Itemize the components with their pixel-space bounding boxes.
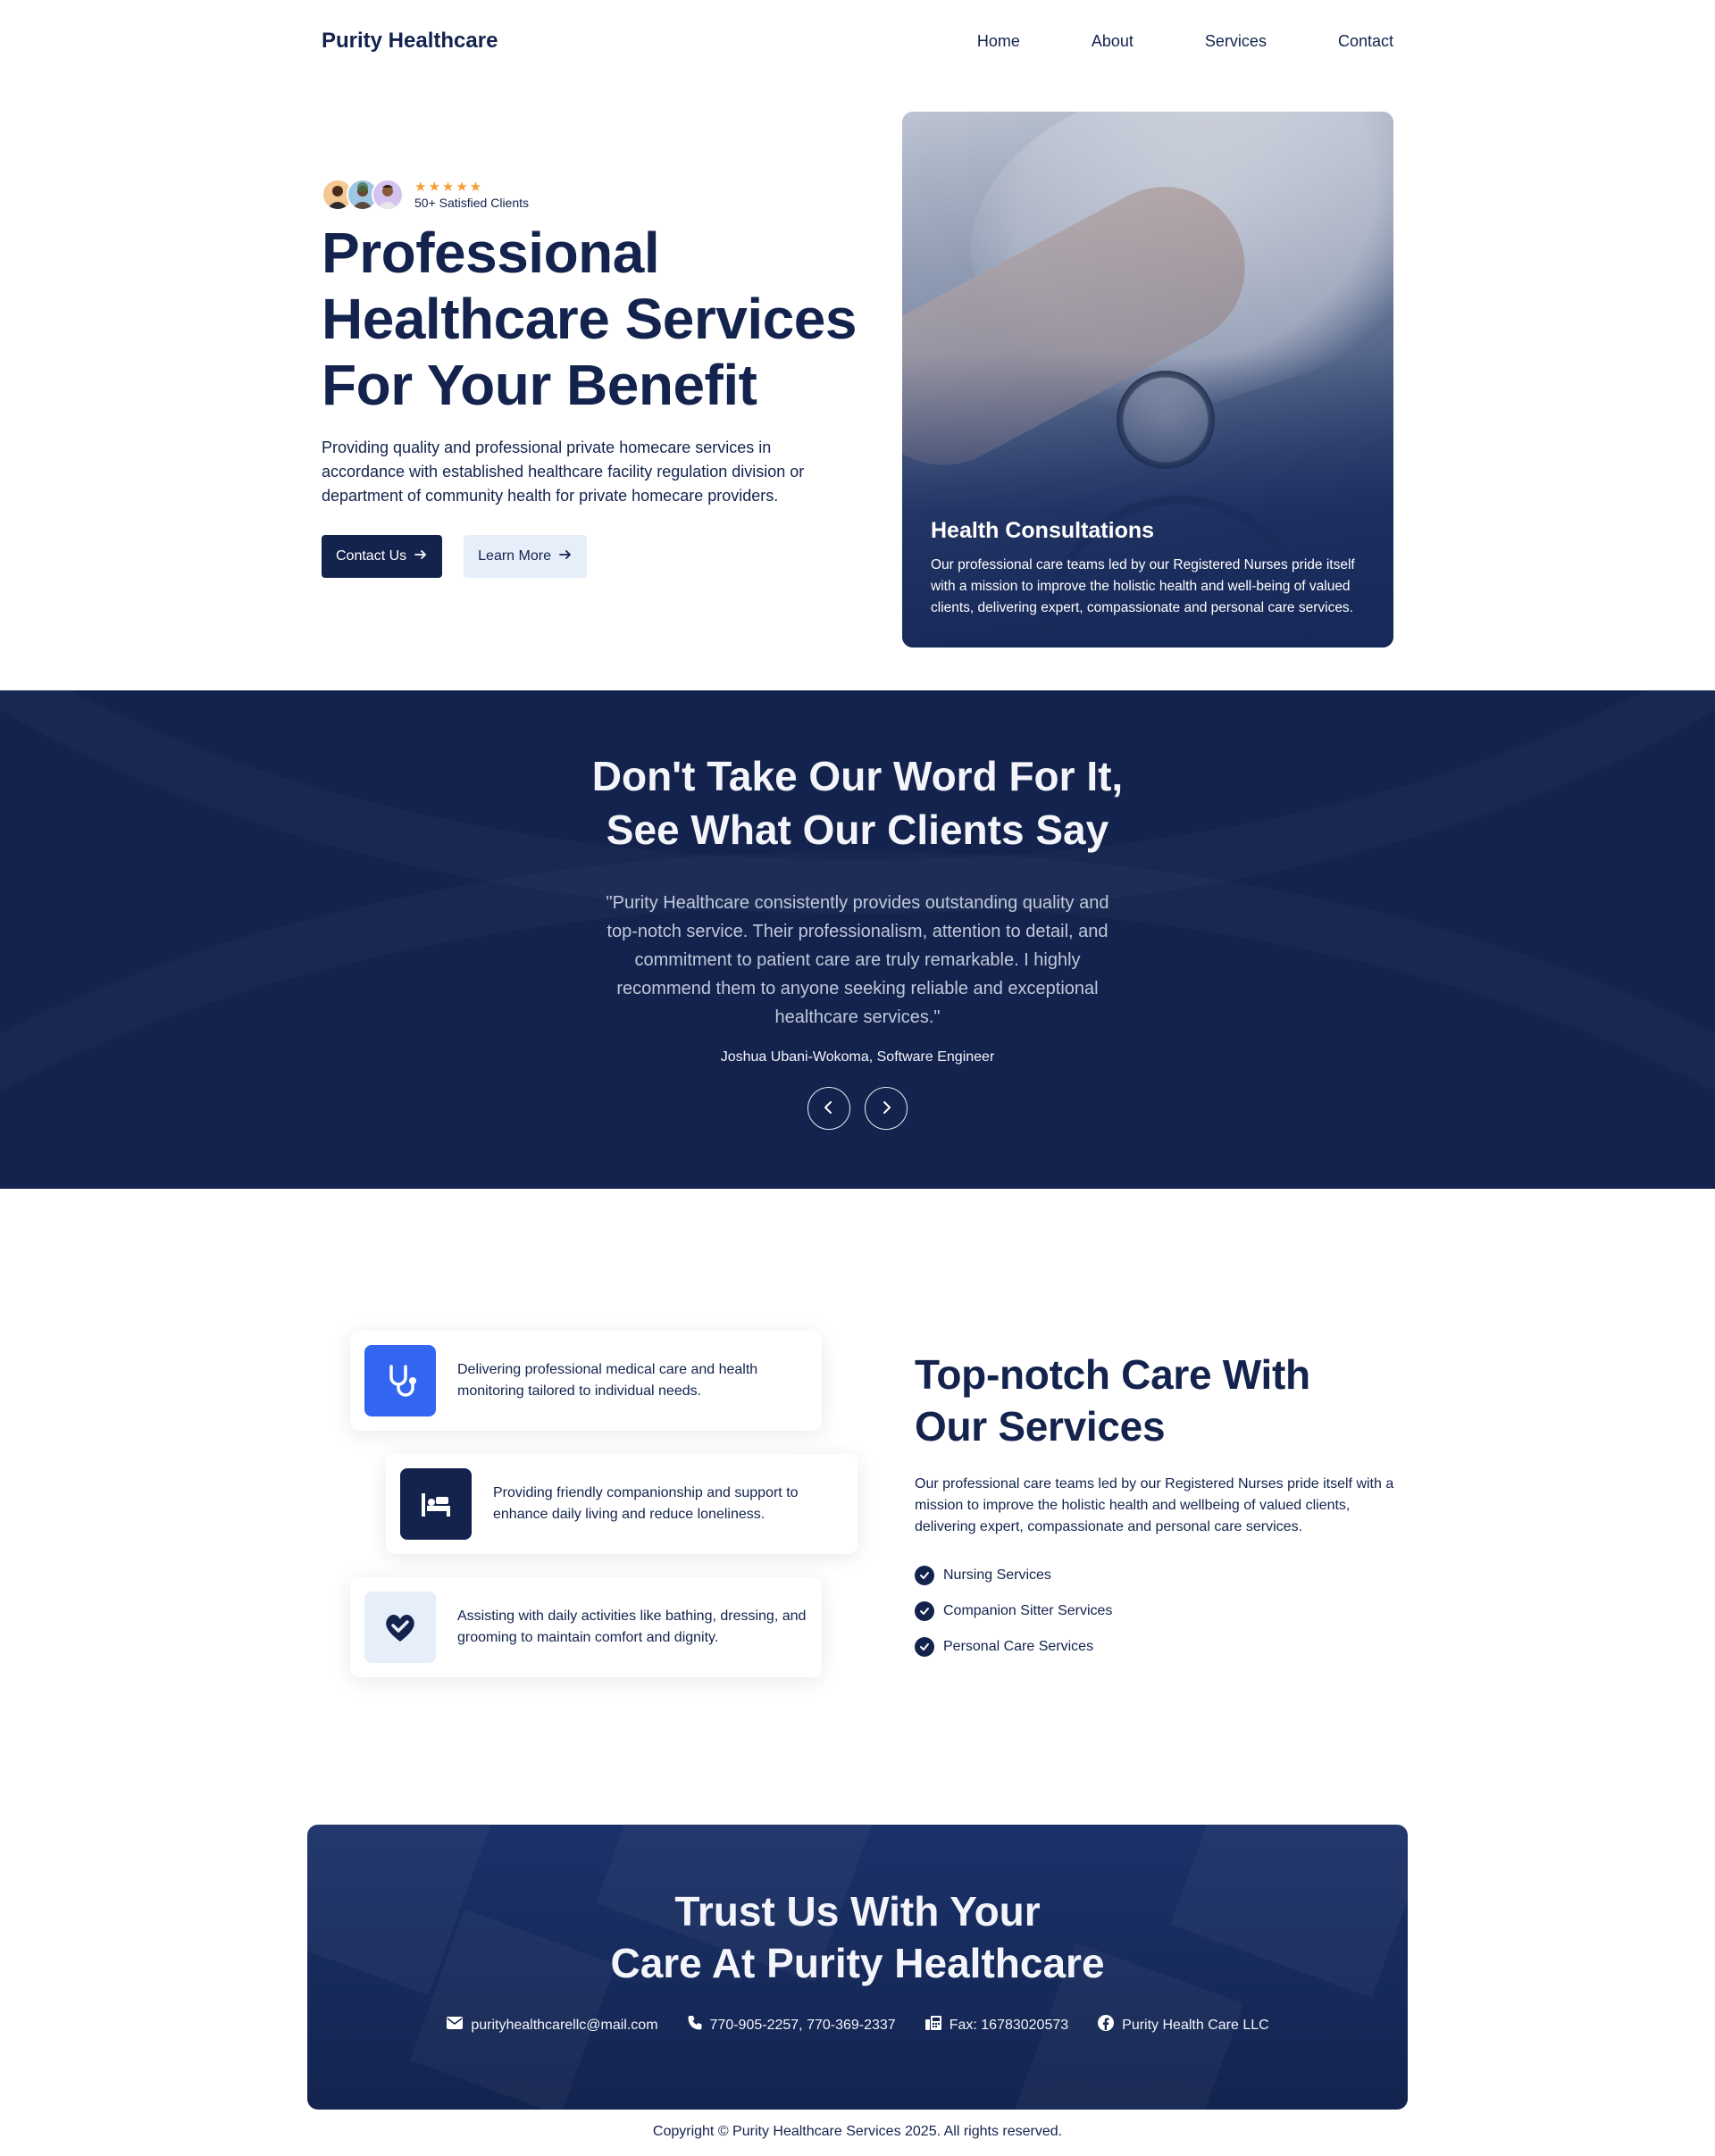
testimonial-nav	[0, 1087, 1715, 1130]
hero-title-line: For Your Benefit	[322, 353, 757, 417]
hero-description: Providing quality and professional priva…	[322, 439, 805, 505]
brand-logo[interactable]: Purity Healthcare	[322, 29, 498, 54]
learn-more-label: Learn More	[478, 548, 551, 564]
facebook-text: Purity Health Care LLC	[1122, 2017, 1269, 2033]
nav-link-contact[interactable]: Contact	[1338, 32, 1393, 51]
arrow-right-icon	[558, 547, 573, 566]
nav-link-about[interactable]: About	[1092, 32, 1134, 51]
email-text: purityhealthcarellc@mail.com	[471, 2017, 658, 2033]
facebook-contact[interactable]: Purity Health Care LLC	[1097, 2014, 1269, 2036]
client-avatars	[322, 179, 404, 211]
phone-text: 770-905-2257, 770-369-2337	[709, 2017, 896, 2033]
clients-count: 50+ Satisfied Clients	[414, 195, 530, 210]
chevron-left-icon	[821, 1099, 837, 1118]
email-contact[interactable]: purityhealthcarellc@mail.com	[446, 2014, 658, 2036]
testimonial-quote: "Purity Healthcare consistently provides…	[606, 893, 1109, 1027]
list-item: Nursing Services	[915, 1558, 1397, 1593]
service-card-text: Assisting with daily activities like bat…	[457, 1609, 807, 1645]
contact-details: purityhealthcarellc@mail.com 770-905-225…	[307, 2014, 1408, 2036]
hero-section: ★★★★★ 50+ Satisfied Clients Professional…	[322, 179, 858, 578]
learn-more-button[interactable]: Learn More	[464, 535, 587, 578]
testimonial-title-line: See What Our Clients Say	[606, 806, 1109, 853]
contact-us-button[interactable]: Contact Us	[322, 535, 443, 578]
testimonial-author: Joshua Ubani-Wokoma, Software Engineer	[720, 1049, 995, 1065]
cta-title-line: Trust Us With Your	[674, 1888, 1041, 1935]
stethoscope-icon	[364, 1345, 436, 1416]
services-title: Top-notch Care With Our Services	[915, 1349, 1397, 1452]
contact-us-label: Contact Us	[336, 548, 407, 564]
services-title-line: Our Services	[915, 1403, 1166, 1450]
clients-meta: ★★★★★ 50+ Satisfied Clients	[414, 180, 529, 210]
copyright-text: Copyright © Purity Healthcare Services 2…	[652, 2124, 1063, 2139]
card-text: Health Consultations Our professional ca…	[931, 518, 1368, 619]
card-title: Health Consultations	[931, 518, 1155, 543]
check-icon	[915, 1637, 934, 1657]
nav-link-services[interactable]: Services	[1205, 32, 1267, 51]
avatar	[372, 179, 404, 211]
service-card-text: Delivering professional medical care and…	[457, 1362, 758, 1399]
testimonial-title-line: Don't Take Our Word For It,	[591, 753, 1124, 799]
phone-contact[interactable]: 770-905-2257, 770-369-2337	[687, 2014, 896, 2036]
hero-buttons: Contact Us Learn More	[322, 535, 858, 578]
cta-title: Trust Us With Your Care At Purity Health…	[307, 1885, 1408, 1989]
service-card-text: Providing friendly companionship and sup…	[493, 1485, 799, 1522]
list-item: Companion Sitter Services	[915, 1593, 1397, 1629]
service-card-medical: Delivering professional medical care and…	[350, 1331, 822, 1431]
chevron-right-icon	[878, 1099, 894, 1118]
hero-title-line: Professional	[322, 221, 660, 285]
top-navbar: Purity Healthcare Home About Services Co…	[322, 0, 1393, 82]
heart-check-icon	[364, 1592, 436, 1663]
check-icon	[915, 1601, 934, 1621]
phone-icon	[687, 2015, 703, 2035]
services-title-line: Top-notch Care With	[915, 1351, 1310, 1398]
list-item-label: Companion Sitter Services	[943, 1603, 1113, 1618]
facebook-icon	[1097, 2014, 1115, 2036]
satisfied-clients: ★★★★★ 50+ Satisfied Clients	[322, 179, 858, 211]
previous-testimonial-button[interactable]	[807, 1087, 850, 1130]
list-item-label: Personal Care Services	[943, 1639, 1094, 1654]
check-icon	[915, 1566, 934, 1585]
testimonial-title: Don't Take Our Word For It, See What Our…	[0, 749, 1715, 857]
bed-icon	[400, 1468, 472, 1540]
nav-links: Home About Services Contact	[977, 32, 1393, 51]
fax-text: Fax: 16783020573	[949, 2017, 1069, 2033]
health-consultations-card: Health Consultations Our professional ca…	[902, 112, 1393, 648]
fax-icon	[924, 2015, 942, 2035]
cta-title-line: Care At Purity Healthcare	[610, 1940, 1105, 1986]
star-rating-icon: ★★★★★	[414, 179, 484, 195]
service-card-personal: Assisting with daily activities like bat…	[350, 1577, 822, 1677]
hero-title-line: Healthcare Services	[322, 287, 857, 351]
service-card-companionship: Providing friendly companionship and sup…	[386, 1454, 858, 1554]
services-section: Top-notch Care With Our Services Our pro…	[915, 1349, 1397, 1665]
list-item-label: Nursing Services	[943, 1567, 1051, 1583]
hero-title: Professional Healthcare Services For You…	[322, 220, 858, 418]
nav-link-home[interactable]: Home	[977, 32, 1020, 51]
next-testimonial-button[interactable]	[865, 1087, 908, 1130]
list-item: Personal Care Services	[915, 1629, 1397, 1665]
mail-icon	[446, 2016, 464, 2035]
services-description: Our professional care teams led by our R…	[915, 1476, 1394, 1534]
services-checklist: Nursing Services Companion Sitter Servic…	[915, 1558, 1397, 1665]
cta-banner: Trust Us With Your Care At Purity Health…	[307, 1825, 1408, 2110]
arrow-right-icon	[414, 547, 428, 566]
card-body: Our professional care teams led by our R…	[931, 557, 1355, 615]
fax-contact: Fax: 16783020573	[924, 2014, 1068, 2036]
testimonial-section: Don't Take Our Word For It, See What Our…	[0, 690, 1715, 1189]
